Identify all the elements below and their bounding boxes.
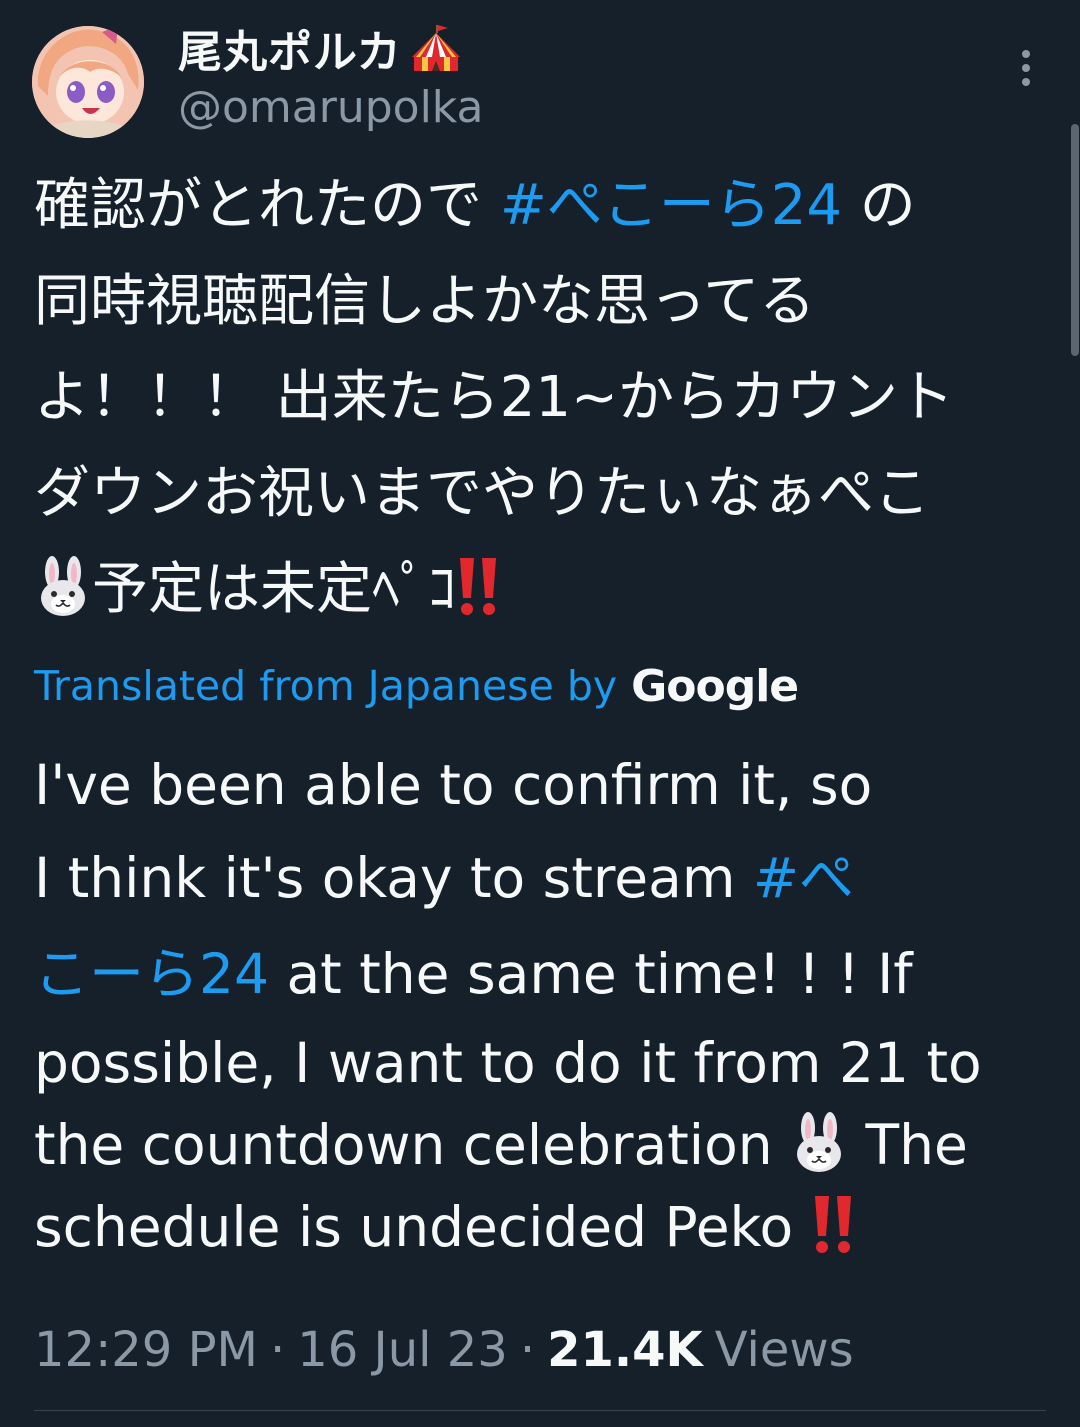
hashtag-link[interactable]: こーら24	[34, 942, 269, 1006]
views-label[interactable]: Views	[715, 1322, 854, 1378]
circus-tent-icon	[408, 23, 464, 73]
rabbit-face-icon	[34, 552, 92, 616]
text-line: 予定は未定ﾍﾟｺ	[34, 542, 1044, 638]
meta-separator: ·	[519, 1322, 536, 1378]
text-line: the countdown celebration The	[34, 1104, 1044, 1186]
text-line: I think it's okay to stream #ぺ	[34, 830, 1044, 926]
dot-icon	[1022, 50, 1030, 58]
translation-attribution[interactable]: Translated from Japanese by Google	[34, 656, 799, 716]
text-line: schedule is undecided Peko	[34, 1186, 1044, 1268]
dot-icon	[1022, 78, 1030, 86]
double-exclamation-icon	[456, 552, 500, 616]
author-handle[interactable]: @omarupolka	[178, 82, 483, 133]
tweet-time[interactable]: 12:29 PM	[34, 1322, 258, 1378]
avatar-illustration	[32, 26, 144, 138]
tweet-detail: 尾丸ポルカ @omarupolka 確認がとれたので #ぺこーら24 の 同時視…	[0, 0, 1080, 1427]
text-span: I think it's okay to stream	[34, 846, 753, 910]
text-span: の	[842, 173, 916, 238]
text-span: schedule is undecided Peko	[34, 1195, 811, 1259]
hashtag-link[interactable]: #ぺ	[753, 846, 854, 910]
tweet-text-original: 確認がとれたので #ぺこーら24 の 同時視聴配信しよかな思ってる よ！！！ 出…	[34, 158, 1044, 638]
translated-from-label[interactable]: Translated from Japanese by	[34, 662, 617, 710]
scrollbar[interactable]	[1071, 124, 1079, 356]
text-span: the countdown celebration	[34, 1113, 791, 1177]
views-count[interactable]: 21.4K	[547, 1322, 703, 1378]
tweet-date[interactable]: 16 Jul 23	[297, 1322, 508, 1378]
text-line: 確認がとれたので #ぺこーら24 の	[34, 158, 1044, 254]
author-name-row[interactable]: 尾丸ポルカ	[178, 18, 464, 78]
double-exclamation-icon	[811, 1192, 855, 1256]
text-line: I've been able to confirm it, so	[34, 753, 873, 817]
text-line: ダウンお祝いまでやりたぃなぁぺこ	[34, 461, 930, 526]
dot-icon	[1022, 64, 1030, 72]
text-span: 確認がとれたので	[34, 173, 500, 238]
google-logo: Google	[631, 660, 799, 712]
text-line: こーら24 at the same time! ! ! If	[34, 926, 1044, 1022]
rabbit-face-icon	[790, 1112, 848, 1174]
divider	[34, 1410, 1046, 1411]
tweet-text-translation: I've been able to confirm it, so I think…	[34, 740, 1044, 1268]
text-line: 同時視聴配信しよかな思ってる	[34, 269, 816, 334]
text-line: よ！！！ 出来たら21~からカウント	[34, 365, 954, 430]
meta-separator: ·	[269, 1322, 286, 1378]
display-name[interactable]: 尾丸ポルカ	[178, 16, 402, 80]
more-options-button[interactable]	[1006, 44, 1046, 92]
avatar[interactable]	[32, 26, 144, 138]
hashtag-link[interactable]: #ぺこーら24	[500, 173, 842, 238]
text-span: at the same time! ! ! If	[269, 942, 913, 1006]
text-span: 予定は未定ﾍﾟｺ	[92, 557, 456, 622]
tweet-meta: 12:29 PM · 16 Jul 23 · 21.4K Views	[34, 1318, 854, 1382]
text-span: The	[848, 1113, 968, 1177]
text-line: possible, I want to do it from 21 to	[34, 1031, 982, 1095]
